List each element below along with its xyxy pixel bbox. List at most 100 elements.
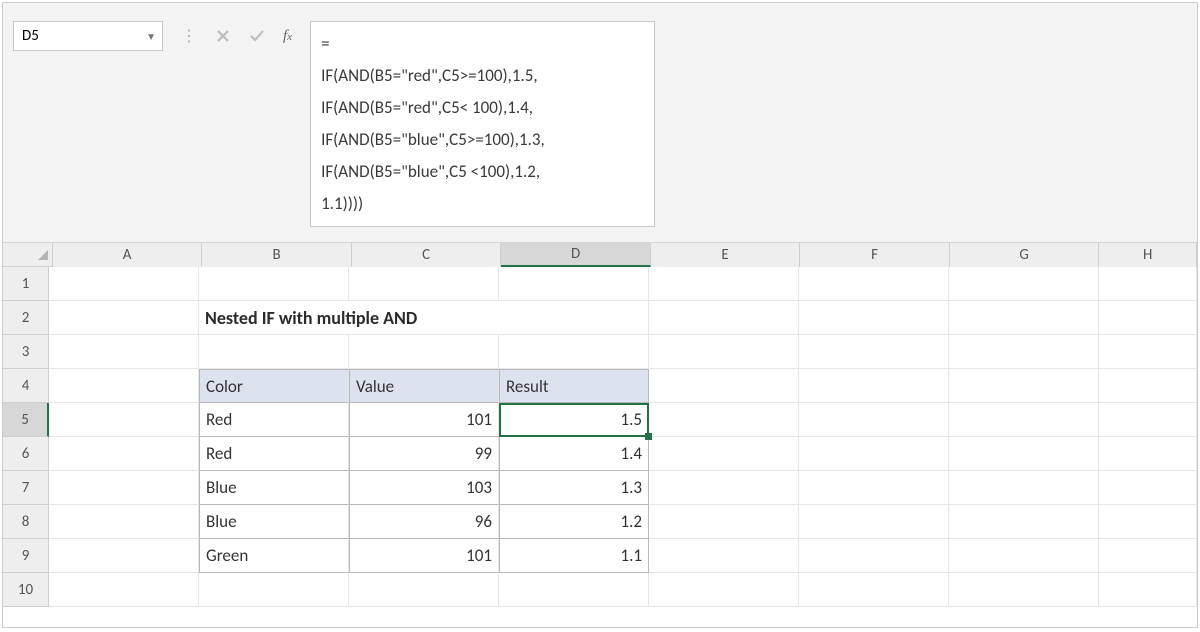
cell-F3[interactable] [799,335,949,369]
cell-F5[interactable] [799,403,949,437]
cell-B2-title[interactable]: Nested IF with multiple AND [199,301,649,335]
cell-D6[interactable]: 1.4 [499,437,649,471]
col-header-E[interactable]: E [651,243,801,267]
cell-A3[interactable] [49,335,199,369]
row-header-9[interactable]: 9 [3,539,49,573]
cell-E5[interactable] [649,403,799,437]
cell-C8[interactable]: 96 [349,505,499,539]
col-header-H[interactable]: H [1099,243,1197,267]
cell-A8[interactable] [49,505,199,539]
cancel-icon[interactable] [215,28,231,44]
cell-H5[interactable] [1099,403,1197,437]
cell-D3[interactable] [499,335,649,369]
cell-B5[interactable]: Red [199,403,349,437]
cell-F6[interactable] [799,437,949,471]
table-header-result[interactable]: Result [499,369,649,403]
cell-A6[interactable] [49,437,199,471]
cell-F4[interactable] [799,369,949,403]
cell-A1[interactable] [49,267,199,301]
cell-H1[interactable] [1099,267,1197,301]
cell-C3[interactable] [349,335,499,369]
col-header-F[interactable]: F [800,243,950,267]
cell-E6[interactable] [649,437,799,471]
cell-C5[interactable]: 101 [349,403,499,437]
chevron-down-icon[interactable]: ▼ [146,30,156,43]
cell-B10[interactable] [199,573,349,607]
cell-H7[interactable] [1099,471,1197,505]
cell-C1[interactable] [349,267,499,301]
cell-B6[interactable]: Red [199,437,349,471]
cell-C9[interactable]: 101 [349,539,499,573]
row-header-1[interactable]: 1 [3,267,49,301]
cell-G6[interactable] [949,437,1099,471]
cell-F8[interactable] [799,505,949,539]
cell-G3[interactable] [949,335,1099,369]
row-header-3[interactable]: 3 [3,335,49,369]
cell-H6[interactable] [1099,437,1197,471]
cell-E1[interactable] [649,267,799,301]
row-header-5[interactable]: 5 [3,403,49,437]
cell-D5[interactable]: 1.5 [499,403,649,437]
select-all-triangle[interactable] [3,243,53,266]
formula-bar-input[interactable]: = IF(AND(B5="red",C5>=100),1.5, IF(AND(B… [310,21,655,227]
cell-C7[interactable]: 103 [349,471,499,505]
cell-H3[interactable] [1099,335,1197,369]
cell-D1[interactable] [499,267,649,301]
fx-icon[interactable]: fx [283,28,292,45]
cell-B7[interactable]: Blue [199,471,349,505]
cell-B1[interactable] [199,267,349,301]
cell-F2[interactable] [799,301,949,335]
cell-D9[interactable]: 1.1 [499,539,649,573]
cell-A4[interactable] [49,369,199,403]
row-header-7[interactable]: 7 [3,471,49,505]
cell-E4[interactable] [649,369,799,403]
cell-E3[interactable] [649,335,799,369]
cell-F10[interactable] [799,573,949,607]
cell-E9[interactable] [649,539,799,573]
cell-F9[interactable] [799,539,949,573]
row-header-10[interactable]: 10 [3,573,49,607]
row-header-8[interactable]: 8 [3,505,49,539]
cell-G2[interactable] [949,301,1099,335]
cell-A7[interactable] [49,471,199,505]
cell-A2[interactable] [49,301,199,335]
col-header-D[interactable]: D [501,243,651,267]
cell-G8[interactable] [949,505,1099,539]
cell-C10[interactable] [349,573,499,607]
name-box[interactable]: D5 ▼ [13,21,163,51]
cell-G7[interactable] [949,471,1099,505]
col-header-A[interactable]: A [53,243,203,267]
cell-F1[interactable] [799,267,949,301]
row-header-4[interactable]: 4 [3,369,49,403]
cell-A5[interactable] [49,403,199,437]
cell-H10[interactable] [1099,573,1197,607]
cell-H9[interactable] [1099,539,1197,573]
cell-E7[interactable] [649,471,799,505]
cell-D8[interactable]: 1.2 [499,505,649,539]
row-header-6[interactable]: 6 [3,437,49,471]
col-header-B[interactable]: B [202,243,352,267]
table-header-color[interactable]: Color [199,369,349,403]
cell-F7[interactable] [799,471,949,505]
enter-check-icon[interactable] [249,28,265,44]
table-header-value[interactable]: Value [349,369,499,403]
cell-B9[interactable]: Green [199,539,349,573]
row-header-2[interactable]: 2 [3,301,49,335]
cell-E10[interactable] [649,573,799,607]
cell-A9[interactable] [49,539,199,573]
cell-H2[interactable] [1099,301,1197,335]
cell-H8[interactable] [1099,505,1197,539]
cell-H4[interactable] [1099,369,1197,403]
col-header-G[interactable]: G [950,243,1100,267]
cell-C6[interactable]: 99 [349,437,499,471]
cell-B8[interactable]: Blue [199,505,349,539]
cells-area[interactable]: Nested IF with multiple AND [49,267,1197,627]
cell-G5[interactable] [949,403,1099,437]
cell-G1[interactable] [949,267,1099,301]
cell-D7[interactable]: 1.3 [499,471,649,505]
cell-A10[interactable] [49,573,199,607]
cell-G4[interactable] [949,369,1099,403]
col-header-C[interactable]: C [352,243,502,267]
cell-G10[interactable] [949,573,1099,607]
cell-E8[interactable] [649,505,799,539]
